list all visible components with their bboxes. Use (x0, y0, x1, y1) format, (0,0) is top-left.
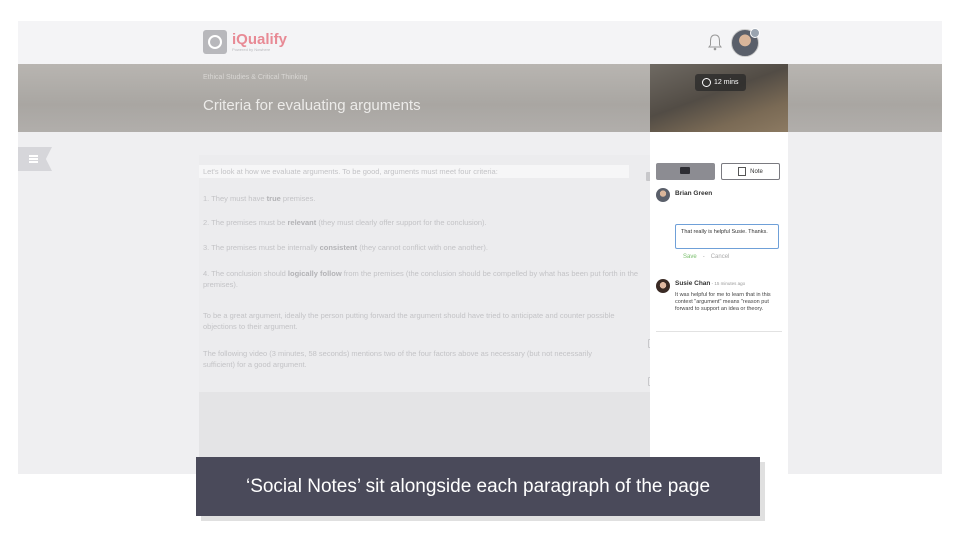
divider (656, 331, 782, 332)
app-frame: iQualify Powered by Nowhere Ethical Stud… (18, 21, 942, 474)
comment-author-name: Susie Chan (675, 280, 711, 287)
comment-header: Susie Chan - 15 minutes ago (675, 280, 745, 287)
clock-icon (702, 78, 711, 87)
cancel-button[interactable]: Cancel (711, 254, 730, 260)
note-icon (738, 167, 747, 176)
reply-author-avatar (656, 188, 670, 202)
reply-author-name: Brian Green (675, 190, 713, 197)
save-button[interactable]: Save (683, 254, 697, 260)
top-bar: iQualify Powered by Nowhere (18, 21, 942, 64)
breadcrumb[interactable]: Ethical Studies & Critical Thinking (203, 74, 308, 81)
paragraph-1: Let's look at how we evaluate arguments.… (199, 165, 629, 178)
comment-author-avatar (656, 279, 670, 293)
bell-icon[interactable] (707, 33, 723, 51)
menu-icon (29, 155, 38, 163)
action-separator: - (702, 254, 705, 260)
logo-subtext: Powered by Nowhere (232, 47, 271, 52)
page-banner: Ethical Studies & Critical Thinking Crit… (18, 64, 942, 132)
comment-timestamp: - 15 minutes ago (710, 281, 746, 286)
paragraph-3: 2. The premises must be relevant (they m… (203, 218, 487, 227)
paragraph-6: To be a great argument, ideally the pers… (203, 311, 615, 331)
page-title: Criteria for evaluating arguments (203, 97, 421, 114)
note-tab[interactable]: Note (721, 163, 780, 180)
paragraph-4: 3. The premises must be internally consi… (203, 243, 489, 252)
paragraph-5: 4. The conclusion should logically follo… (203, 269, 639, 289)
banner-photo: 12 mins (650, 64, 788, 132)
user-avatar[interactable] (731, 28, 760, 57)
note-tab-label: Note (750, 168, 763, 175)
logo-text: iQualify (232, 31, 288, 48)
social-notes-tab[interactable] (656, 163, 715, 180)
chat-icon (680, 167, 690, 174)
comment-text: It was helpful for me to learn that in t… (675, 292, 771, 312)
paragraph-2: 1. They must have true premises. (203, 194, 316, 203)
timer-label: 12 mins (714, 79, 739, 86)
caption-overlay: ‘Social Notes’ sit alongside each paragr… (196, 457, 760, 516)
logo-icon (203, 30, 227, 54)
social-notes-panel: Note Brian Green That really is helpful … (650, 132, 788, 474)
menu-toggle[interactable] (18, 147, 52, 171)
reply-input[interactable]: That really is helpful Susie. Thanks. (675, 224, 779, 249)
reply-actions: Save - Cancel (683, 254, 729, 260)
logo[interactable]: iQualify Powered by Nowhere (203, 28, 287, 56)
paragraph-7: The following video (3 minutes, 58 secon… (203, 349, 592, 369)
content-area: Let's look at how we evaluate arguments.… (199, 155, 660, 474)
reading-timer: 12 mins (695, 74, 746, 91)
